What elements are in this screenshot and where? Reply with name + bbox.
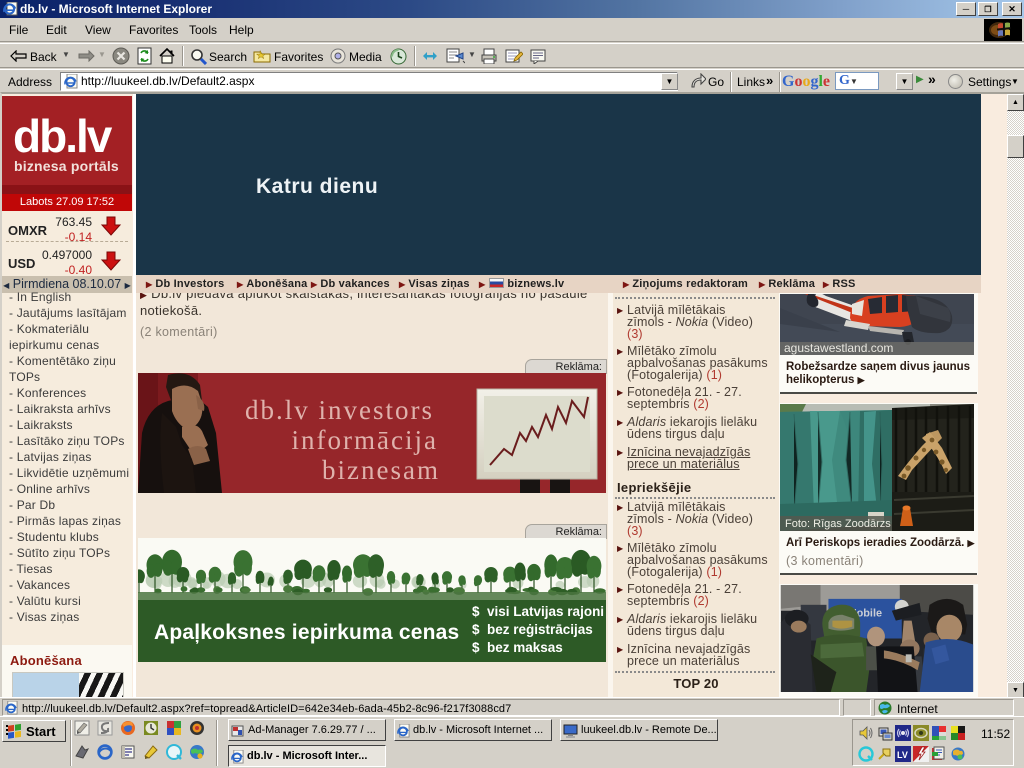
svg-text:$ bez maksas: $ bez maksas: [472, 640, 563, 655]
svg-text:$ bez reġistrācijas: $ bez reġistrācijas: [472, 622, 593, 637]
svg-text:LV: LV: [897, 750, 908, 760]
svg-text:$ visi Latvijas rajoni: $ visi Latvijas rajoni: [472, 604, 604, 619]
svg-text:Foto: Rīgas Zoodārzs: Foto: Rīgas Zoodārzs: [785, 518, 891, 530]
svg-text:db.lv investors: db.lv investors: [245, 395, 434, 425]
svg-text:informācija: informācija: [292, 425, 438, 455]
svg-text:biznesam: biznesam: [322, 455, 440, 485]
svg-text:Apaļkoksnes iepirkuma cenas: Apaļkoksnes iepirkuma cenas: [154, 621, 459, 644]
svg-text:agustawestland.com: agustawestland.com: [784, 341, 893, 355]
